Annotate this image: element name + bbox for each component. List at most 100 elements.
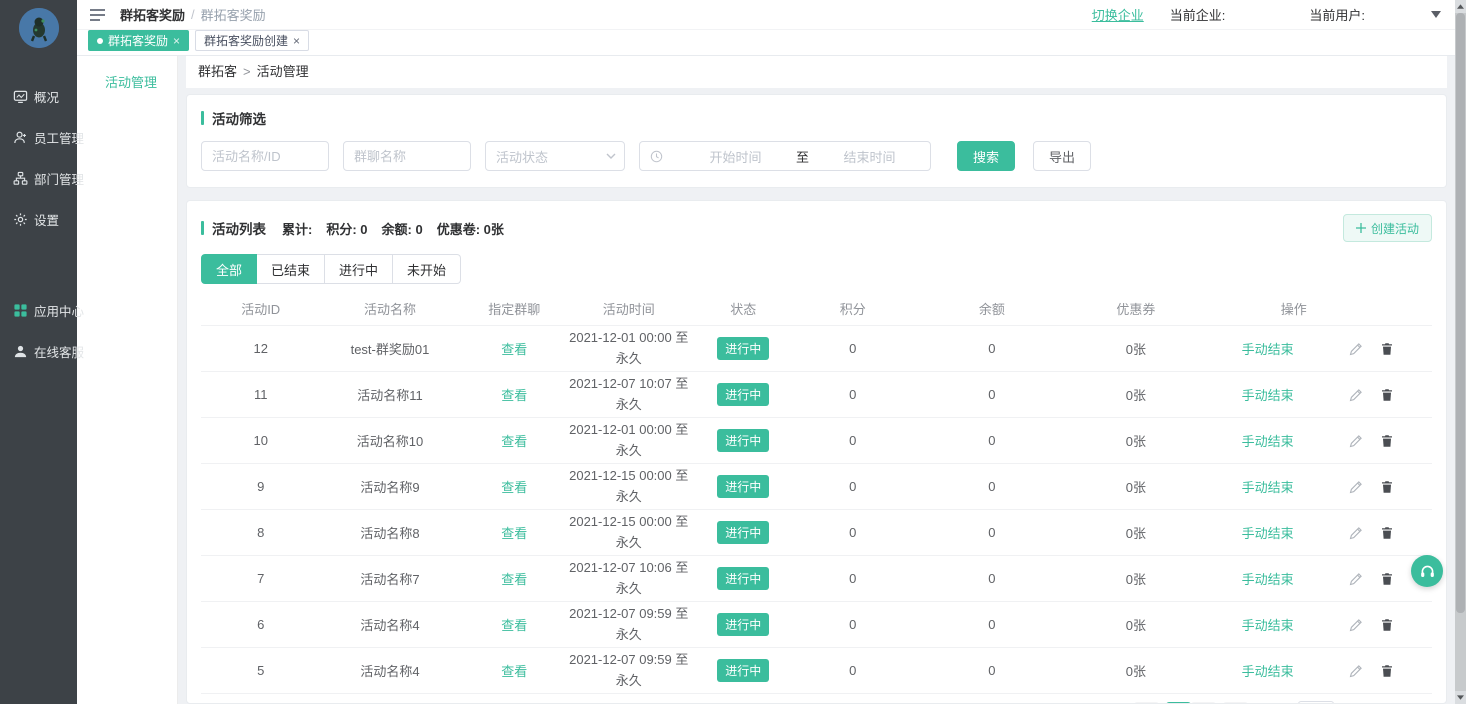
cell-activity-name: 活动名称10 bbox=[320, 431, 459, 450]
cell-operations: 手动结束 bbox=[1196, 661, 1432, 680]
status-tab-1[interactable]: 已结束 bbox=[257, 254, 325, 284]
manual-end-link[interactable]: 手动结束 bbox=[1242, 615, 1294, 634]
cell-status: 进行中 bbox=[688, 613, 798, 636]
cell-coupons: 0张 bbox=[1076, 661, 1195, 680]
sidebar-item-online-service[interactable]: 在线客服 bbox=[0, 331, 77, 372]
status-tab-3[interactable]: 未开始 bbox=[393, 254, 461, 284]
tab-label: 群拓客奖励 bbox=[108, 32, 168, 49]
manual-end-link[interactable]: 手动结束 bbox=[1242, 523, 1294, 542]
cell-coupons: 0张 bbox=[1076, 523, 1195, 542]
manual-end-link[interactable]: 手动结束 bbox=[1242, 477, 1294, 496]
summary-segment: 累计: bbox=[282, 219, 312, 238]
export-button[interactable]: 导出 bbox=[1033, 141, 1091, 171]
sidebar-item-label: 应用中心 bbox=[34, 301, 84, 320]
status-badge: 进行中 bbox=[717, 383, 769, 406]
delete-icon[interactable] bbox=[1380, 572, 1394, 586]
column-header: 积分 bbox=[798, 299, 908, 318]
nav-tab-1[interactable]: 群拓客奖励 × bbox=[88, 30, 189, 51]
page-breadcrumb: 群拓客>活动管理 bbox=[186, 56, 1447, 88]
view-group-link[interactable]: 查看 bbox=[501, 434, 527, 449]
view-group-link[interactable]: 查看 bbox=[501, 618, 527, 633]
view-group-link[interactable]: 查看 bbox=[501, 342, 527, 357]
list-title-text: 活动列表 bbox=[212, 218, 266, 238]
cell-operations: 手动结束 bbox=[1196, 477, 1432, 496]
edit-icon[interactable] bbox=[1349, 434, 1363, 448]
group-name-input[interactable] bbox=[343, 141, 471, 171]
status-tab-0[interactable]: 全部 bbox=[201, 254, 257, 284]
close-icon[interactable]: × bbox=[173, 35, 180, 47]
start-time-placeholder: 开始时间 bbox=[685, 147, 786, 166]
edit-icon[interactable] bbox=[1349, 526, 1363, 540]
edit-icon[interactable] bbox=[1349, 342, 1363, 356]
cell-activity-name: 活动名称9 bbox=[320, 477, 459, 496]
time-end: 永久 bbox=[569, 349, 688, 369]
manual-end-link[interactable]: 手动结束 bbox=[1242, 661, 1294, 680]
activity-status-select[interactable]: 活动状态 bbox=[485, 141, 625, 171]
scroll-down-arrow-icon[interactable] bbox=[1455, 691, 1466, 704]
sidebar-item-overview[interactable]: 概况 bbox=[0, 76, 77, 117]
cell-group-chat: 查看 bbox=[460, 661, 570, 680]
view-group-link[interactable]: 查看 bbox=[501, 572, 527, 587]
view-group-link[interactable]: 查看 bbox=[501, 526, 527, 541]
delete-icon[interactable] bbox=[1380, 526, 1394, 540]
manual-end-link[interactable]: 手动结束 bbox=[1242, 569, 1294, 588]
sidebar-item-app-center[interactable]: 应用中心 bbox=[0, 290, 77, 331]
cell-group-chat: 查看 bbox=[460, 615, 570, 634]
cell-activity-id: 5 bbox=[201, 663, 320, 678]
cell-group-chat: 查看 bbox=[460, 385, 570, 404]
sidebar-item-department-management[interactable]: 部门管理 bbox=[0, 158, 77, 199]
hamburger-menu-icon[interactable] bbox=[89, 8, 106, 22]
view-group-link[interactable]: 查看 bbox=[501, 480, 527, 495]
edit-icon[interactable] bbox=[1349, 618, 1363, 632]
column-header: 状态 bbox=[688, 299, 798, 318]
mascot-logo-image bbox=[19, 8, 59, 48]
customer-service-fab[interactable] bbox=[1411, 555, 1443, 587]
delete-icon[interactable] bbox=[1380, 664, 1394, 678]
scroll-up-arrow-icon[interactable] bbox=[1455, 0, 1466, 13]
cell-operations: 手动结束 bbox=[1196, 385, 1432, 404]
title-accent-bar bbox=[201, 111, 204, 125]
submenu-item-activity-management[interactable]: 活动管理 bbox=[77, 56, 177, 91]
date-range-picker[interactable]: 开始时间 至 结束时间 bbox=[639, 141, 931, 171]
create-activity-button[interactable]: 创建活动 bbox=[1343, 214, 1432, 242]
edit-icon[interactable] bbox=[1349, 388, 1363, 402]
delete-icon[interactable] bbox=[1380, 480, 1394, 494]
end-time-placeholder: 结束时间 bbox=[819, 147, 920, 166]
cell-activity-time: 2021-12-01 00:00 至 永久 bbox=[569, 328, 688, 368]
search-button[interactable]: 搜索 bbox=[957, 141, 1015, 171]
time-end: 永久 bbox=[569, 671, 688, 691]
breadcrumb-separator: / bbox=[191, 7, 195, 22]
cell-balance: 0 bbox=[908, 663, 1077, 678]
delete-icon[interactable] bbox=[1380, 618, 1394, 632]
close-icon[interactable]: × bbox=[293, 35, 300, 47]
time-end: 永久 bbox=[569, 487, 688, 507]
cell-group-chat: 查看 bbox=[460, 431, 570, 450]
edit-icon[interactable] bbox=[1349, 572, 1363, 586]
cell-points: 0 bbox=[798, 617, 908, 632]
app-logo[interactable] bbox=[19, 8, 59, 48]
topbar-right: 切换企业 当前企业: 当前用户: bbox=[1092, 5, 1441, 24]
sidebar-item-staff-management[interactable]: 员工管理 bbox=[0, 117, 77, 158]
scrollbar-thumb[interactable] bbox=[1456, 13, 1465, 613]
nav-tab-2[interactable]: 群拓客奖励创建× bbox=[195, 30, 309, 51]
delete-icon[interactable] bbox=[1380, 342, 1394, 356]
user-dropdown-caret-icon[interactable] bbox=[1431, 11, 1441, 18]
cell-group-chat: 查看 bbox=[460, 477, 570, 496]
edit-icon[interactable] bbox=[1349, 664, 1363, 678]
switch-company-link[interactable]: 切换企业 bbox=[1092, 5, 1144, 24]
view-group-link[interactable]: 查看 bbox=[501, 664, 527, 679]
status-tab-2[interactable]: 进行中 bbox=[325, 254, 393, 284]
time-start: 2021-12-15 00:00 至 bbox=[569, 466, 688, 486]
manual-end-link[interactable]: 手动结束 bbox=[1242, 339, 1294, 358]
breadcrumb-parent[interactable]: 群拓客奖励 bbox=[120, 5, 185, 24]
delete-icon[interactable] bbox=[1380, 434, 1394, 448]
edit-icon[interactable] bbox=[1349, 480, 1363, 494]
cell-activity-name: 活动名称7 bbox=[320, 569, 459, 588]
view-group-link[interactable]: 查看 bbox=[501, 388, 527, 403]
manual-end-link[interactable]: 手动结束 bbox=[1242, 431, 1294, 450]
page-scrollbar[interactable] bbox=[1455, 0, 1466, 704]
activity-name-input[interactable] bbox=[201, 141, 329, 171]
manual-end-link[interactable]: 手动结束 bbox=[1242, 385, 1294, 404]
sidebar-item-settings[interactable]: 设置 bbox=[0, 199, 77, 240]
delete-icon[interactable] bbox=[1380, 388, 1394, 402]
